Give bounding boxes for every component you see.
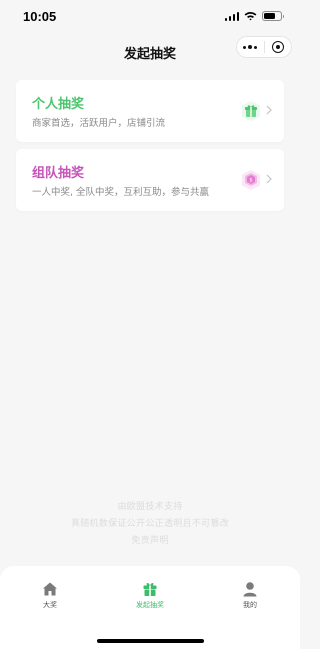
card-title: 个人抽奖 (32, 97, 85, 112)
personal-lottery-card[interactable]: 个人抽奖 商家首选，活跃用户，店铺引流 (16, 80, 284, 142)
tab-create-lottery[interactable]: 发起抽奖 (120, 581, 180, 610)
tab-label: 大奖 (43, 601, 57, 609)
status-bar: 10:05 (0, 0, 300, 36)
home-indicator (97, 639, 204, 643)
battery-icon (262, 11, 284, 21)
fairness-text: 真随机数保证公开公正透明且不可篡改 (70, 519, 230, 529)
tab-prizes[interactable]: 大奖 (20, 581, 80, 610)
status-time: 10:05 (23, 9, 57, 24)
disclaimer-link[interactable]: 免责声明 (0, 533, 300, 546)
signal-icon (224, 11, 239, 21)
status-icons (224, 11, 284, 21)
tech-support-text: 由欧盟技术支持 (117, 502, 183, 512)
user-icon (243, 582, 257, 597)
screen: 10:05 发起抽奖 个人抽奖 商家首选，活跃用户，店铺引流 组队抽奖 一人中奖… (0, 0, 300, 649)
more-button[interactable] (237, 37, 264, 57)
chevron-right-icon (266, 174, 272, 184)
more-dots-icon (243, 45, 258, 49)
svg-text:$: $ (249, 178, 252, 184)
tab-bar: 大奖 发起抽奖 我的 (0, 566, 300, 649)
wifi-icon (244, 12, 257, 21)
gift-icon (242, 101, 260, 121)
nav-bar: 发起抽奖 (0, 36, 300, 68)
card-title: 组队抽奖 (32, 166, 85, 181)
house-icon (43, 582, 57, 596)
tab-mine[interactable]: 我的 (220, 581, 280, 610)
gift-icon (143, 583, 157, 596)
team-gift-icon: $ (242, 170, 260, 190)
card-subtitle: 商家首选，活跃用户，店铺引流 (32, 118, 166, 129)
team-lottery-card[interactable]: 组队抽奖 一人中奖, 全队中奖，互利互助，参与共赢 $ (16, 149, 284, 211)
mini-program-capsule (236, 36, 292, 58)
close-mini-program-button[interactable] (265, 37, 292, 57)
tab-label: 发起抽奖 (136, 601, 164, 609)
card-subtitle: 一人中奖, 全队中奖，互利互助，参与共赢 (32, 187, 210, 198)
chevron-right-icon (266, 105, 272, 115)
target-icon (271, 41, 284, 53)
tab-label: 我的 (243, 601, 257, 609)
